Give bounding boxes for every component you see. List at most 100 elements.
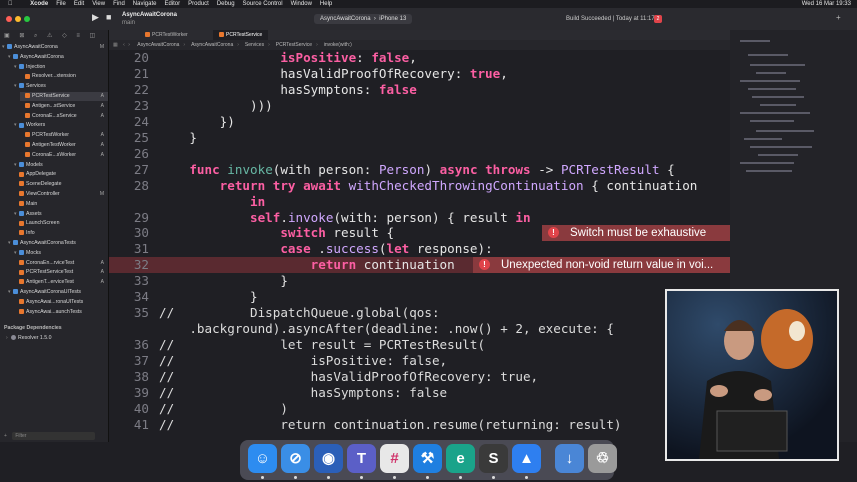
code-line[interactable]: 29 self.invoke(with: person) { result in xyxy=(109,210,730,226)
code-line[interactable]: 28 return try await withCheckedThrowingC… xyxy=(109,178,730,194)
code-area[interactable]: 20 isPositive: false, 21 hasValidProofOfR… xyxy=(109,50,730,442)
code-line[interactable]: 20 isPositive: false, xyxy=(109,50,730,66)
scheme-selector[interactable]: AsyncAwaitCorona › iPhone 13 xyxy=(314,14,413,24)
navigator-item[interactable]: ▾ Injection xyxy=(14,63,108,72)
navigator-item[interactable]: LaunchScreen xyxy=(14,219,108,228)
navigator-item[interactable]: PCRTestService A xyxy=(20,92,108,101)
trash-icon[interactable]: ♲ xyxy=(588,444,617,473)
navigator-item[interactable]: ▾ AsyncAwaitCoronaTests xyxy=(8,239,108,248)
tab-pcrtestworker[interactable]: PCRTestWorker xyxy=(139,30,194,40)
xcode-icon[interactable]: ⚒ xyxy=(413,444,442,473)
code-line[interactable]: 33 } xyxy=(109,273,730,289)
finder-icon[interactable]: ☺ xyxy=(248,444,277,473)
add-icon[interactable]: + xyxy=(836,13,841,22)
inline-error-annotation[interactable]: ! Switch must be exhaustive xyxy=(542,225,730,242)
navigator-item[interactable]: CoronaEn...rviceTest A xyxy=(14,259,108,268)
teams-icon[interactable]: T xyxy=(347,444,376,473)
code-line[interactable]: 26 xyxy=(109,146,730,162)
code-line[interactable]: 37 // isPositive: false, xyxy=(109,353,730,369)
add-file-icon[interactable]: + xyxy=(4,433,7,439)
code-line[interactable]: 40 // ) xyxy=(109,401,730,417)
menu-help[interactable]: Help xyxy=(320,0,332,8)
code-line[interactable]: 38 // hasValidProofOfRecovery: true, xyxy=(109,369,730,385)
downloads-icon[interactable]: ↓ xyxy=(555,444,584,473)
code-line[interactable]: 21 hasValidProofOfRecovery: true, xyxy=(109,66,730,82)
stop-icon[interactable]: ■ xyxy=(106,12,111,22)
code-line[interactable]: 22 hasSymptons: false xyxy=(109,82,730,98)
slack-icon[interactable]: # xyxy=(380,444,409,473)
jump-bar-item[interactable]: AsyncAwaitCorona xyxy=(191,42,233,48)
navigator-item[interactable]: Antigen...stService A xyxy=(20,102,108,111)
code-line[interactable]: in xyxy=(109,194,730,210)
navigator-tab-bar[interactable]: ▣ ⊠ ⌕ ⚠ ◇ ≡ ◫ xyxy=(4,32,104,41)
navigator-item[interactable]: ▾ Assets xyxy=(14,210,108,219)
navigator-item[interactable]: AntigenT...erviceTest A xyxy=(14,278,108,287)
code-line[interactable]: 39 // hasSymptons: false xyxy=(109,385,730,401)
menu-navigate[interactable]: Navigate xyxy=(133,0,157,8)
code-line[interactable]: 35 // DispatchQueue.global(qos: xyxy=(109,305,730,321)
maps-icon[interactable]: ◉ xyxy=(314,444,343,473)
jump-bar-item[interactable]: invoke(with:) xyxy=(324,42,352,48)
filter-input[interactable]: Filter xyxy=(12,432,96,440)
menu-file[interactable]: File xyxy=(56,0,66,8)
error-count-badge[interactable]: 2 xyxy=(654,15,662,23)
code-line[interactable]: 25 } xyxy=(109,130,730,146)
code-line[interactable]: .background).asyncAfter(deadline: .now()… xyxy=(109,321,730,337)
jump-bar-item[interactable]: PCRTestService xyxy=(276,42,312,48)
menu-source-control[interactable]: Source Control xyxy=(243,0,283,8)
menu-product[interactable]: Product xyxy=(188,0,209,8)
menu-find[interactable]: Find xyxy=(113,0,125,8)
navigator-item[interactable]: Info xyxy=(14,229,108,238)
apple-icon[interactable]:  xyxy=(8,0,13,8)
run-icon[interactable]: ▶ xyxy=(92,12,99,23)
navigator-item[interactable]: CoronaE...sService A xyxy=(20,112,108,121)
menu-view[interactable]: View xyxy=(92,0,105,8)
code-line[interactable]: 31 case .success(let response): xyxy=(109,241,730,257)
sublime-icon[interactable]: S xyxy=(479,444,508,473)
code-line[interactable]: 24 }) xyxy=(109,114,730,130)
navigator-item[interactable]: AppDelegate xyxy=(14,170,108,179)
safari-icon[interactable]: ⊘ xyxy=(281,444,310,473)
navigator-item[interactable]: PCRTestServiceTest A xyxy=(14,268,108,277)
menu-debug[interactable]: Debug xyxy=(217,0,235,8)
navigator-item[interactable]: ▾ Services xyxy=(14,82,108,91)
menu-window[interactable]: Window xyxy=(291,0,312,8)
navigator-item[interactable]: AsyncAwai...aunchTests xyxy=(14,308,108,317)
back-icon[interactable]: ‹ xyxy=(123,42,125,48)
menu-editor[interactable]: Editor xyxy=(164,0,180,8)
code-line[interactable]: 36 // let result = PCRTestResult( xyxy=(109,337,730,353)
navigator-item[interactable]: AntigenTestWorker A xyxy=(20,141,108,150)
navigator-item[interactable]: ▾ Workers xyxy=(14,121,108,130)
navigator-item[interactable]: ▾ Models xyxy=(14,161,108,170)
navigator-item[interactable]: CoronaE...sWorker A xyxy=(20,151,108,160)
navigator-item[interactable]: ▾ AsyncAwaitCorona xyxy=(8,53,108,62)
menu-app-name[interactable]: Xcode xyxy=(30,0,48,8)
clock[interactable]: Wed 16 Mar 19:33 xyxy=(802,0,851,8)
code-line[interactable]: 41 // return continuation.resume(returnin… xyxy=(109,417,730,433)
navigator-item[interactable]: ▾ Mocks xyxy=(14,249,108,258)
navigator-item[interactable]: ▾ AsyncAwaitCorona M xyxy=(2,43,108,52)
navigator-item[interactable]: ▾ AsyncAwaitCoronaUITests xyxy=(8,288,108,297)
close-window-button[interactable] xyxy=(6,16,12,22)
navigator-item[interactable]: ViewController M xyxy=(14,190,108,199)
minimize-window-button[interactable] xyxy=(15,16,21,22)
navigator-item[interactable]: AsyncAwai...ronaUITests xyxy=(14,298,108,307)
zoom-window-button[interactable] xyxy=(24,16,30,22)
navigator-item[interactable]: PCRTestWorker A xyxy=(20,131,108,140)
navigator-item[interactable]: SceneDelegate xyxy=(14,180,108,189)
navigator-item[interactable]: Resolver...xtension xyxy=(20,72,108,81)
code-line[interactable]: 23 ))) xyxy=(109,98,730,114)
navigator-item[interactable]: Main xyxy=(14,200,108,209)
keynote-icon[interactable]: ▲ xyxy=(512,444,541,473)
jump-bar-item[interactable]: Services xyxy=(245,42,264,48)
menu-edit[interactable]: Edit xyxy=(74,0,84,8)
jump-bar-item[interactable]: AsyncAwaitCorona xyxy=(137,42,179,48)
inline-error-annotation[interactable]: ! Unexpected non-void return value in voi… xyxy=(473,257,730,274)
forward-icon[interactable]: › xyxy=(128,42,130,48)
code-line[interactable]: 34 } xyxy=(109,289,730,305)
tab-pcrtestservice[interactable]: PCRTestService xyxy=(213,30,269,40)
package-resolver[interactable]: › Resolver 1.5.0 xyxy=(6,334,51,343)
edge-icon[interactable]: e xyxy=(446,444,475,473)
grid-icon[interactable]: ▦ xyxy=(113,42,118,48)
code-line[interactable]: 27 func invoke(with person: Person) asyn… xyxy=(109,162,730,178)
